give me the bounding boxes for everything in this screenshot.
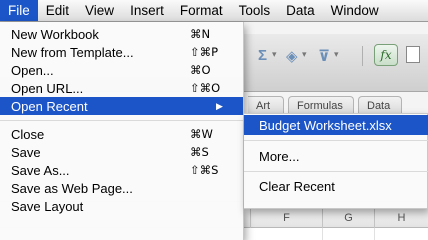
menu-file[interactable]: File bbox=[0, 0, 38, 21]
chevron-down-icon[interactable]: ▾ bbox=[334, 49, 339, 60]
menu-item-save-layout[interactable]: Save Layout bbox=[0, 197, 243, 215]
function-icon[interactable]: fx bbox=[374, 44, 398, 66]
menu-item-label: Open Recent bbox=[11, 98, 88, 114]
menu-view[interactable]: View bbox=[77, 0, 122, 21]
menu-item-shortcut: ⌘O bbox=[190, 63, 211, 77]
menu-format[interactable]: Format bbox=[172, 0, 231, 21]
menu-item-save-as-web-page[interactable]: Save as Web Page... bbox=[0, 179, 243, 197]
menu-separator bbox=[0, 120, 243, 121]
menu-item-more[interactable]: More... bbox=[244, 146, 428, 166]
menu-item-label: Save Layout bbox=[11, 198, 84, 214]
tab-art[interactable]: Art bbox=[248, 96, 284, 114]
fill-icon[interactable]: ◈ bbox=[286, 47, 298, 65]
menu-item-close[interactable]: Close ⌘W bbox=[0, 125, 243, 143]
menu-item-open-recent[interactable]: Open Recent ▶ bbox=[0, 97, 243, 115]
tab-data[interactable]: Data bbox=[358, 96, 402, 114]
menu-item-shortcut: ⌘N bbox=[190, 27, 211, 41]
toolbox-icon[interactable] bbox=[406, 46, 420, 63]
open-recent-submenu: Budget Worksheet.xlsx More... Clear Rece… bbox=[244, 113, 428, 209]
menu-item-label: Close bbox=[11, 126, 45, 142]
menu-item-shortcut: ⇧⌘O bbox=[190, 81, 221, 95]
menu-item-new-workbook[interactable]: New Workbook ⌘N bbox=[0, 25, 243, 43]
chevron-down-icon[interactable]: ▾ bbox=[302, 49, 307, 60]
menu-item-new-from-template[interactable]: New from Template... ⇧⌘P bbox=[0, 43, 243, 61]
menu-item-save[interactable]: Save ⌘S bbox=[0, 143, 243, 161]
column-header-g[interactable]: G bbox=[322, 208, 374, 228]
menu-item-label: Open URL... bbox=[11, 80, 84, 96]
menu-item-open-url[interactable]: Open URL... ⇧⌘O bbox=[0, 79, 243, 97]
menu-item-shortcut: ⇧⌘S bbox=[190, 163, 219, 177]
menu-item-shortcut: ⌘W bbox=[190, 127, 213, 141]
menu-item-clear-recent[interactable]: Clear Recent bbox=[244, 176, 428, 196]
menu-item-label: Save As... bbox=[11, 162, 70, 178]
menu-bar: File Edit View Insert Format Tools Data … bbox=[0, 0, 428, 22]
menu-item-open[interactable]: Open... ⌘O bbox=[0, 61, 243, 79]
menu-item-label: New from Template... bbox=[11, 44, 134, 60]
column-header-f[interactable]: F bbox=[250, 208, 322, 228]
menu-item-shortcut: ⌘S bbox=[190, 145, 209, 159]
chevron-down-icon[interactable]: ▾ bbox=[272, 49, 277, 60]
menu-item-shortcut: ⇧⌘P bbox=[190, 45, 219, 59]
file-menu-dropdown: New Workbook ⌘N New from Template... ⇧⌘P… bbox=[0, 22, 244, 240]
menu-tools[interactable]: Tools bbox=[231, 0, 279, 21]
grid-line bbox=[374, 228, 375, 240]
filter-icon[interactable]: ⊽ bbox=[318, 47, 330, 65]
menu-item-label: New Workbook bbox=[11, 26, 99, 42]
menu-separator bbox=[244, 171, 428, 172]
grid-line bbox=[322, 228, 323, 240]
menu-edit[interactable]: Edit bbox=[38, 0, 77, 21]
menu-item-label: Save bbox=[11, 144, 41, 160]
recent-file-budget-worksheet[interactable]: Budget Worksheet.xlsx bbox=[244, 115, 428, 135]
menu-window[interactable]: Window bbox=[323, 0, 387, 21]
toolbar-separator bbox=[362, 46, 363, 66]
menu-item-save-as[interactable]: Save As... ⇧⌘S bbox=[0, 161, 243, 179]
menu-insert[interactable]: Insert bbox=[122, 0, 172, 21]
submenu-arrow-icon: ▶ bbox=[216, 100, 223, 111]
menu-separator bbox=[244, 140, 428, 141]
menu-data[interactable]: Data bbox=[278, 0, 323, 21]
column-header-h[interactable]: H bbox=[374, 208, 428, 228]
autosum-icon[interactable]: Σ bbox=[258, 47, 267, 64]
tab-formulas[interactable]: Formulas bbox=[288, 96, 354, 114]
menu-item-label: Open... bbox=[11, 62, 54, 78]
menu-item-label: Save as Web Page... bbox=[11, 180, 133, 196]
